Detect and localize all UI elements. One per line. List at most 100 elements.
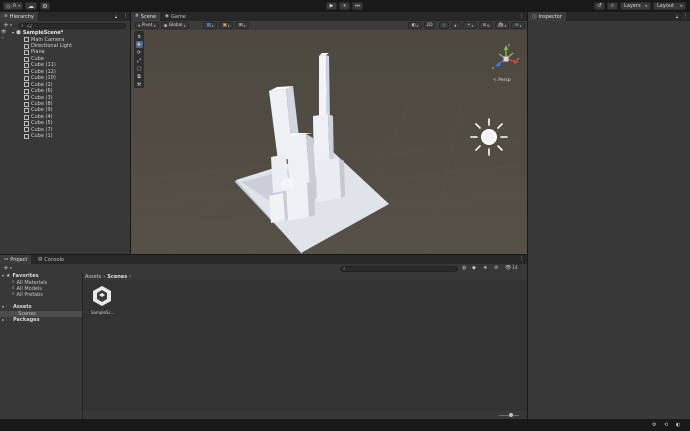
- search-icon: ⌕: [21, 24, 24, 29]
- chevron-down-icon: ▾: [504, 23, 507, 28]
- search-button[interactable]: ⌕: [607, 2, 618, 10]
- hierarchy-item-label: Cube (2): [31, 81, 53, 88]
- more-icon[interactable]: ⋮: [683, 13, 688, 19]
- status-icon-2[interactable]: ⟲: [664, 422, 668, 428]
- hierarchy-item[interactable]: Cube (3): [24, 95, 53, 101]
- gizmo-icon: ⊕: [514, 23, 519, 28]
- tab-scene[interactable]: # Scene: [131, 12, 161, 21]
- tab-console[interactable]: ▤ Console: [34, 255, 68, 264]
- tab-hierarchy[interactable]: ≡ Hierarchy: [0, 12, 38, 21]
- grid-snap-dropdown[interactable]: ▦ ▾: [203, 22, 217, 29]
- assets-row[interactable]: ▾ 🗀︎ Assets: [2, 304, 32, 310]
- shading-mode-dropdown[interactable]: ◐ ▾: [408, 22, 422, 29]
- project-search-field[interactable]: ⌕: [340, 265, 458, 272]
- history-button[interactable]: ↺: [594, 2, 605, 10]
- layout-dropdown[interactable]: Layout ▾: [653, 2, 686, 10]
- step-button[interactable]: ⏭: [352, 2, 363, 10]
- rotate-tool-button[interactable]: ⟳: [136, 49, 143, 56]
- project-footer: [83, 411, 527, 419]
- hierarchy-item[interactable]: Cube (6): [24, 88, 53, 94]
- chevron-down-icon[interactable]: ▾: [10, 266, 12, 270]
- hidden-objects-toggle[interactable]: ⊘ 0: [479, 22, 493, 29]
- status-icon-3[interactable]: ◐: [676, 422, 680, 428]
- scale-tool-button[interactable]: ⤢: [136, 57, 143, 64]
- scene-root[interactable]: ▾ ⬢ SampleScene*: [12, 30, 63, 36]
- perspective-label[interactable]: < Persp: [493, 78, 511, 83]
- tab-game[interactable]: ◉ Game: [161, 12, 190, 21]
- scene-viewport[interactable]: ✋︎ ✥ ⟳ ⤢ ▢ ⧉ ⚒︎ y x z < Persp: [131, 30, 527, 254]
- audio-toggle[interactable]: 🔈︎: [451, 22, 461, 29]
- breadcrumb-separator-icon: ›: [103, 273, 106, 280]
- hierarchy-item[interactable]: Cube (1): [24, 133, 53, 139]
- expand-arrow-icon: ▾: [2, 273, 5, 278]
- hierarchy-item[interactable]: Cube (10): [24, 75, 56, 81]
- info-icon: ⓘ: [532, 14, 537, 20]
- lighting-toggle[interactable]: 💡︎: [439, 22, 449, 29]
- chevron-down-icon: ▾: [519, 23, 522, 28]
- add-icon[interactable]: +: [3, 21, 9, 29]
- slider-thumb[interactable]: [509, 413, 513, 417]
- move-tool-button[interactable]: ✥: [135, 41, 143, 48]
- breadcrumb-root[interactable]: Assets: [85, 274, 101, 280]
- layers-dropdown[interactable]: Layers ▾: [620, 2, 651, 10]
- increment-snap-dropdown[interactable]: ⊞ ▾: [235, 22, 249, 29]
- hierarchy-item[interactable]: Cube (12): [24, 69, 56, 75]
- more-icon[interactable]: ⋮: [123, 13, 128, 19]
- global-dropdown[interactable]: 🌐︎ Global ▾: [161, 22, 189, 29]
- favorites-item[interactable]: ⌕ All Prefabs: [12, 292, 43, 298]
- rect-tool-button[interactable]: ▢: [136, 65, 143, 72]
- orientation-gizmo[interactable]: y x z: [491, 43, 521, 74]
- status-icon-1[interactable]: ⚙: [652, 422, 656, 428]
- 2d-toggle[interactable]: 2D: [424, 22, 435, 29]
- hierarchy-item[interactable]: Cube (9): [24, 107, 53, 113]
- play-icon: ▶: [329, 3, 334, 9]
- favorites-row[interactable]: ▾ ★ Favorites: [2, 273, 39, 279]
- speaker-icon: 🔈︎: [454, 23, 458, 29]
- icon-size-slider[interactable]: [499, 413, 519, 417]
- tab-project[interactable]: ▭ Project: [0, 255, 32, 264]
- gizmos-dropdown[interactable]: ⊕ ▾: [511, 22, 525, 29]
- pivot-icon: ⌖: [138, 23, 141, 28]
- hidden-packages-icon[interactable]: ⊘: [494, 265, 498, 271]
- hierarchy-item[interactable]: Cube: [24, 56, 44, 62]
- filter-by-type-icon[interactable]: ◍: [462, 265, 466, 271]
- transform-tool-button[interactable]: ⧉: [136, 73, 143, 80]
- more-icon[interactable]: ⋮: [519, 256, 524, 262]
- pause-button[interactable]: ⏸: [339, 2, 350, 10]
- packages-row[interactable]: ▸ 🗀︎ Packages: [2, 317, 40, 323]
- sun-icon[interactable]: [469, 117, 509, 157]
- hierarchy-search-field[interactable]: ⌕ All: [18, 22, 126, 29]
- snap-settings-dropdown[interactable]: ▣ ▾: [219, 22, 233, 29]
- camera-dropdown[interactable]: 🎥︎ ▾: [495, 22, 509, 29]
- asset-item[interactable]: SampleSc...: [87, 285, 117, 317]
- cloud-button[interactable]: ☁: [25, 2, 37, 10]
- hierarchy-item[interactable]: Main Camera: [24, 37, 64, 43]
- chevron-down-icon[interactable]: ▾: [10, 23, 12, 27]
- hierarchy-item[interactable]: Cube (7): [24, 127, 53, 133]
- lock-icon[interactable]: 🔒︎: [676, 14, 678, 19]
- scenes-folder-row[interactable]: 🗀︎ Scenes: [0, 310, 82, 317]
- save-search-icon[interactable]: ★: [483, 265, 487, 271]
- tab-inspector[interactable]: ⓘ Inspector: [528, 12, 566, 21]
- hierarchy-item[interactable]: Cube (4): [24, 114, 53, 120]
- hierarchy-item[interactable]: Cube (5): [24, 120, 53, 126]
- play-button[interactable]: ▶: [326, 2, 337, 10]
- grid-icon: ▦: [206, 23, 211, 28]
- add-icon[interactable]: +: [3, 264, 9, 272]
- filter-by-label-icon[interactable]: ◆: [472, 265, 476, 271]
- gameobject-icon: [24, 62, 29, 68]
- lock-icon[interactable]: 🔒︎: [115, 14, 117, 19]
- breadcrumb-current[interactable]: Scenes: [107, 274, 127, 280]
- hierarchy-item[interactable]: Cube (11): [24, 62, 56, 68]
- collab-button[interactable]: ⚙: [40, 2, 50, 10]
- effects-dropdown[interactable]: ✦ ▾: [463, 22, 477, 29]
- hierarchy-item[interactable]: Directional Light: [24, 43, 72, 49]
- hierarchy-item[interactable]: Plane: [24, 49, 45, 55]
- hierarchy-item[interactable]: Cube (8): [24, 101, 53, 107]
- custom-tool-button[interactable]: ⚒︎: [136, 81, 143, 88]
- account-button[interactable]: R ▾: [3, 2, 23, 10]
- more-icon[interactable]: ⋮: [519, 13, 524, 19]
- view-tool-button[interactable]: ✋︎: [136, 33, 143, 40]
- pivot-dropdown[interactable]: ⌖ Pivot ▾: [135, 22, 159, 29]
- hierarchy-item[interactable]: Cube (2): [24, 82, 53, 88]
